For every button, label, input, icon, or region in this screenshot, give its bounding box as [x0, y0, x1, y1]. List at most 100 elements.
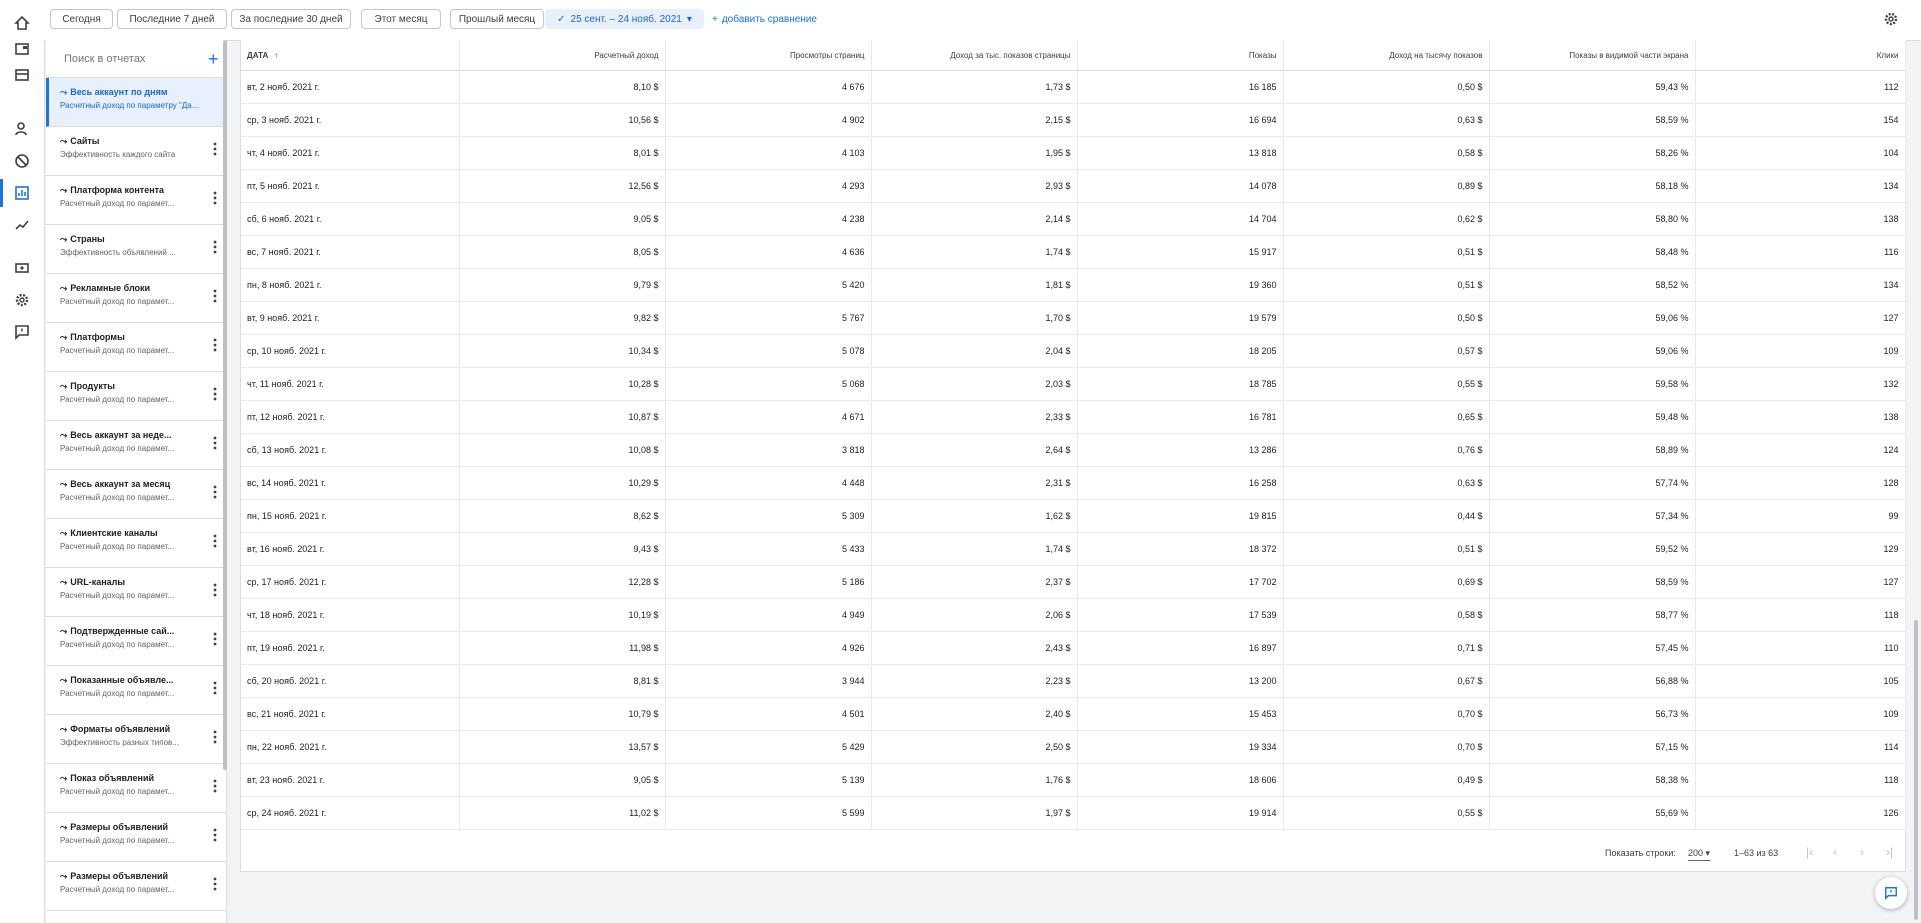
- report-item[interactable]: ⤳ Показанные объявле... Расчетный доход по…: [46, 666, 226, 715]
- table-cell: 8,10 $: [459, 70, 666, 104]
- more-options-icon[interactable]: [213, 289, 217, 303]
- report-item[interactable]: ⤳ Продукты Расчетный доход по парамет...: [46, 372, 226, 421]
- table-cell: 2,31 $: [871, 466, 1078, 500]
- table-cell: 4 676: [665, 70, 872, 104]
- report-item[interactable]: ⤳ Весь аккаунт за неде... Расчетный доход …: [46, 421, 226, 470]
- more-options-icon[interactable]: [213, 681, 217, 695]
- more-options-icon[interactable]: [213, 191, 217, 205]
- table-cell: 99: [1695, 499, 1906, 533]
- report-item[interactable]: ⤳ Показ объявлений Расчетный доход по пара…: [46, 764, 226, 813]
- table-cell: 57,45 %: [1489, 631, 1696, 665]
- table-body: вт, 2 нояб. 2021 г. 8,10 $4 676 1,73 $16 1…: [241, 70, 1906, 830]
- last-page-icon[interactable]: ›|: [1886, 845, 1893, 859]
- more-options-icon[interactable]: [213, 877, 217, 891]
- column-header[interactable]: Клики: [1695, 40, 1906, 71]
- table-cell: 18 372: [1077, 532, 1284, 566]
- next-page-icon[interactable]: ›: [1860, 845, 1864, 859]
- report-item[interactable]: ⤳ Форматы объявлений Эффективность разных …: [46, 715, 226, 764]
- report-item[interactable]: ⤳ Клиентские каналы Расчетный доход по пар…: [46, 519, 226, 568]
- main-scrollbar[interactable]: [1914, 620, 1918, 920]
- payments-icon[interactable]: [8, 254, 36, 282]
- display-icon[interactable]: [8, 35, 36, 63]
- table-cell: 4 103: [665, 136, 872, 170]
- prev-page-icon[interactable]: ‹: [1833, 845, 1837, 859]
- table-row: сб, 20 нояб. 2021 г. 8,81 $3 944 2,23 $13 …: [241, 664, 1906, 698]
- column-header[interactable]: Просмотры страниц: [665, 40, 872, 71]
- column-header[interactable]: Расчетный доход: [459, 40, 666, 71]
- column-header[interactable]: ДАТА ↑: [241, 40, 460, 71]
- report-item[interactable]: ⤳ URL-каналы Расчетный доход по парамет...: [46, 568, 226, 617]
- rows-per-page-select[interactable]: 200 ▾: [1688, 848, 1711, 861]
- more-options-icon[interactable]: [213, 240, 217, 254]
- check-icon: ✓: [557, 13, 566, 25]
- feedback-button[interactable]: [1875, 877, 1907, 909]
- more-options-icon[interactable]: [213, 534, 217, 548]
- table-cell: пт, 19 нояб. 2021 г.: [241, 631, 460, 665]
- report-title: URL-каналы: [70, 577, 126, 587]
- more-options-icon[interactable]: [213, 779, 217, 793]
- home-icon[interactable]: [8, 9, 36, 37]
- column-header[interactable]: Доход за тыс. показов страницы: [871, 40, 1078, 71]
- table-cell: 57,74 %: [1489, 466, 1696, 500]
- column-header-label: Показы в видимой части экрана: [1569, 50, 1689, 60]
- report-item[interactable]: ⤳ Размеры объявлений Расчетный доход по па…: [46, 862, 226, 911]
- sidebar-scrollbar[interactable]: [223, 40, 227, 770]
- report-item[interactable]: ⤳ Весь аккаунт по дням Расчетный доход по …: [46, 78, 226, 127]
- gear-icon[interactable]: [1883, 11, 1899, 27]
- block-icon[interactable]: [8, 147, 36, 175]
- report-subtitle: Расчетный доход по парамет...: [60, 689, 175, 698]
- report-item[interactable]: ⤳ Платформы Расчетный доход по парамет...: [46, 323, 226, 372]
- table-cell: 10,28 $: [459, 367, 666, 401]
- more-options-icon[interactable]: [213, 828, 217, 842]
- report-item[interactable]: ⤳ Подтвержденные сай... Расчетный доход по…: [46, 617, 226, 666]
- chat-icon: [1885, 887, 1897, 900]
- report-type-icon: ⤳: [60, 87, 68, 97]
- table-cell: 132: [1695, 367, 1906, 401]
- trending-icon[interactable]: [8, 211, 36, 239]
- table-cell: 16 897: [1077, 631, 1284, 665]
- rows-per-page-label: Показать строки:: [1605, 848, 1676, 858]
- more-options-icon[interactable]: [213, 387, 217, 401]
- feedback-icon[interactable]: [8, 318, 36, 346]
- report-item[interactable]: ⤳ Сайты Эффективность каждого сайта: [46, 127, 226, 176]
- column-header[interactable]: Показы в видимой части экрана: [1489, 40, 1696, 71]
- layout-icon[interactable]: [8, 61, 36, 89]
- date-range-chip[interactable]: ✓ 25 сент. – 24 нояб. 2021 ▾: [545, 9, 704, 29]
- more-options-icon[interactable]: [213, 436, 217, 450]
- more-options-icon[interactable]: [213, 730, 217, 744]
- report-item[interactable]: ⤳ Размеры объявлений Расчетный доход по па…: [46, 813, 226, 862]
- table-cell: 2,04 $: [871, 334, 1078, 368]
- table-cell: вт, 9 нояб. 2021 г.: [241, 301, 460, 335]
- table-cell: 8,05 $: [459, 235, 666, 269]
- table-cell: 58,59 %: [1489, 565, 1696, 599]
- report-item[interactable]: ⤳ Страны Эффективность объявлений ...: [46, 225, 226, 274]
- users-icon[interactable]: [8, 115, 36, 143]
- more-options-icon[interactable]: [213, 338, 217, 352]
- search-input[interactable]: [62, 51, 208, 66]
- column-header[interactable]: Показы: [1077, 40, 1284, 71]
- filter-this-month-chip[interactable]: Этот месяц: [361, 9, 441, 29]
- more-options-icon[interactable]: [213, 485, 217, 499]
- table-cell: 118: [1695, 598, 1906, 632]
- report-item[interactable]: ⤳ Платформа контента Расчетный доход по па…: [46, 176, 226, 225]
- table-row: вт, 16 нояб. 2021 г. 9,43 $5 433 1,74 $18 …: [241, 532, 1906, 566]
- more-options-icon[interactable]: [213, 142, 217, 156]
- table-cell: 0,65 $: [1283, 400, 1490, 434]
- first-page-icon[interactable]: |‹: [1806, 845, 1813, 859]
- filter-last30-chip[interactable]: За последние 30 дней: [231, 9, 351, 29]
- filter-today-chip[interactable]: Сегодня: [50, 9, 113, 29]
- more-options-icon[interactable]: [213, 583, 217, 597]
- report-item[interactable]: ⤳ Весь аккаунт за месяц Расчетный доход по…: [46, 470, 226, 519]
- add-compare-button[interactable]: + добавить сравнение: [712, 9, 817, 29]
- report-item[interactable]: ⤳ Рекламные блоки Расчетный доход по парам…: [46, 274, 226, 323]
- more-options-icon[interactable]: [213, 632, 217, 646]
- reports-icon[interactable]: [0, 179, 36, 207]
- table-cell: 14 704: [1077, 202, 1284, 236]
- column-header-label: ДАТА: [247, 50, 269, 60]
- filter-last-month-chip[interactable]: Прошлый месяц: [450, 9, 544, 29]
- table-cell: 2,37 $: [871, 565, 1078, 599]
- settings-icon[interactable]: [8, 286, 36, 314]
- column-header[interactable]: Доход на тысячу показов: [1283, 40, 1490, 71]
- add-report-plus-icon[interactable]: +: [208, 50, 219, 68]
- filter-last7-chip[interactable]: Последние 7 дней: [117, 9, 227, 29]
